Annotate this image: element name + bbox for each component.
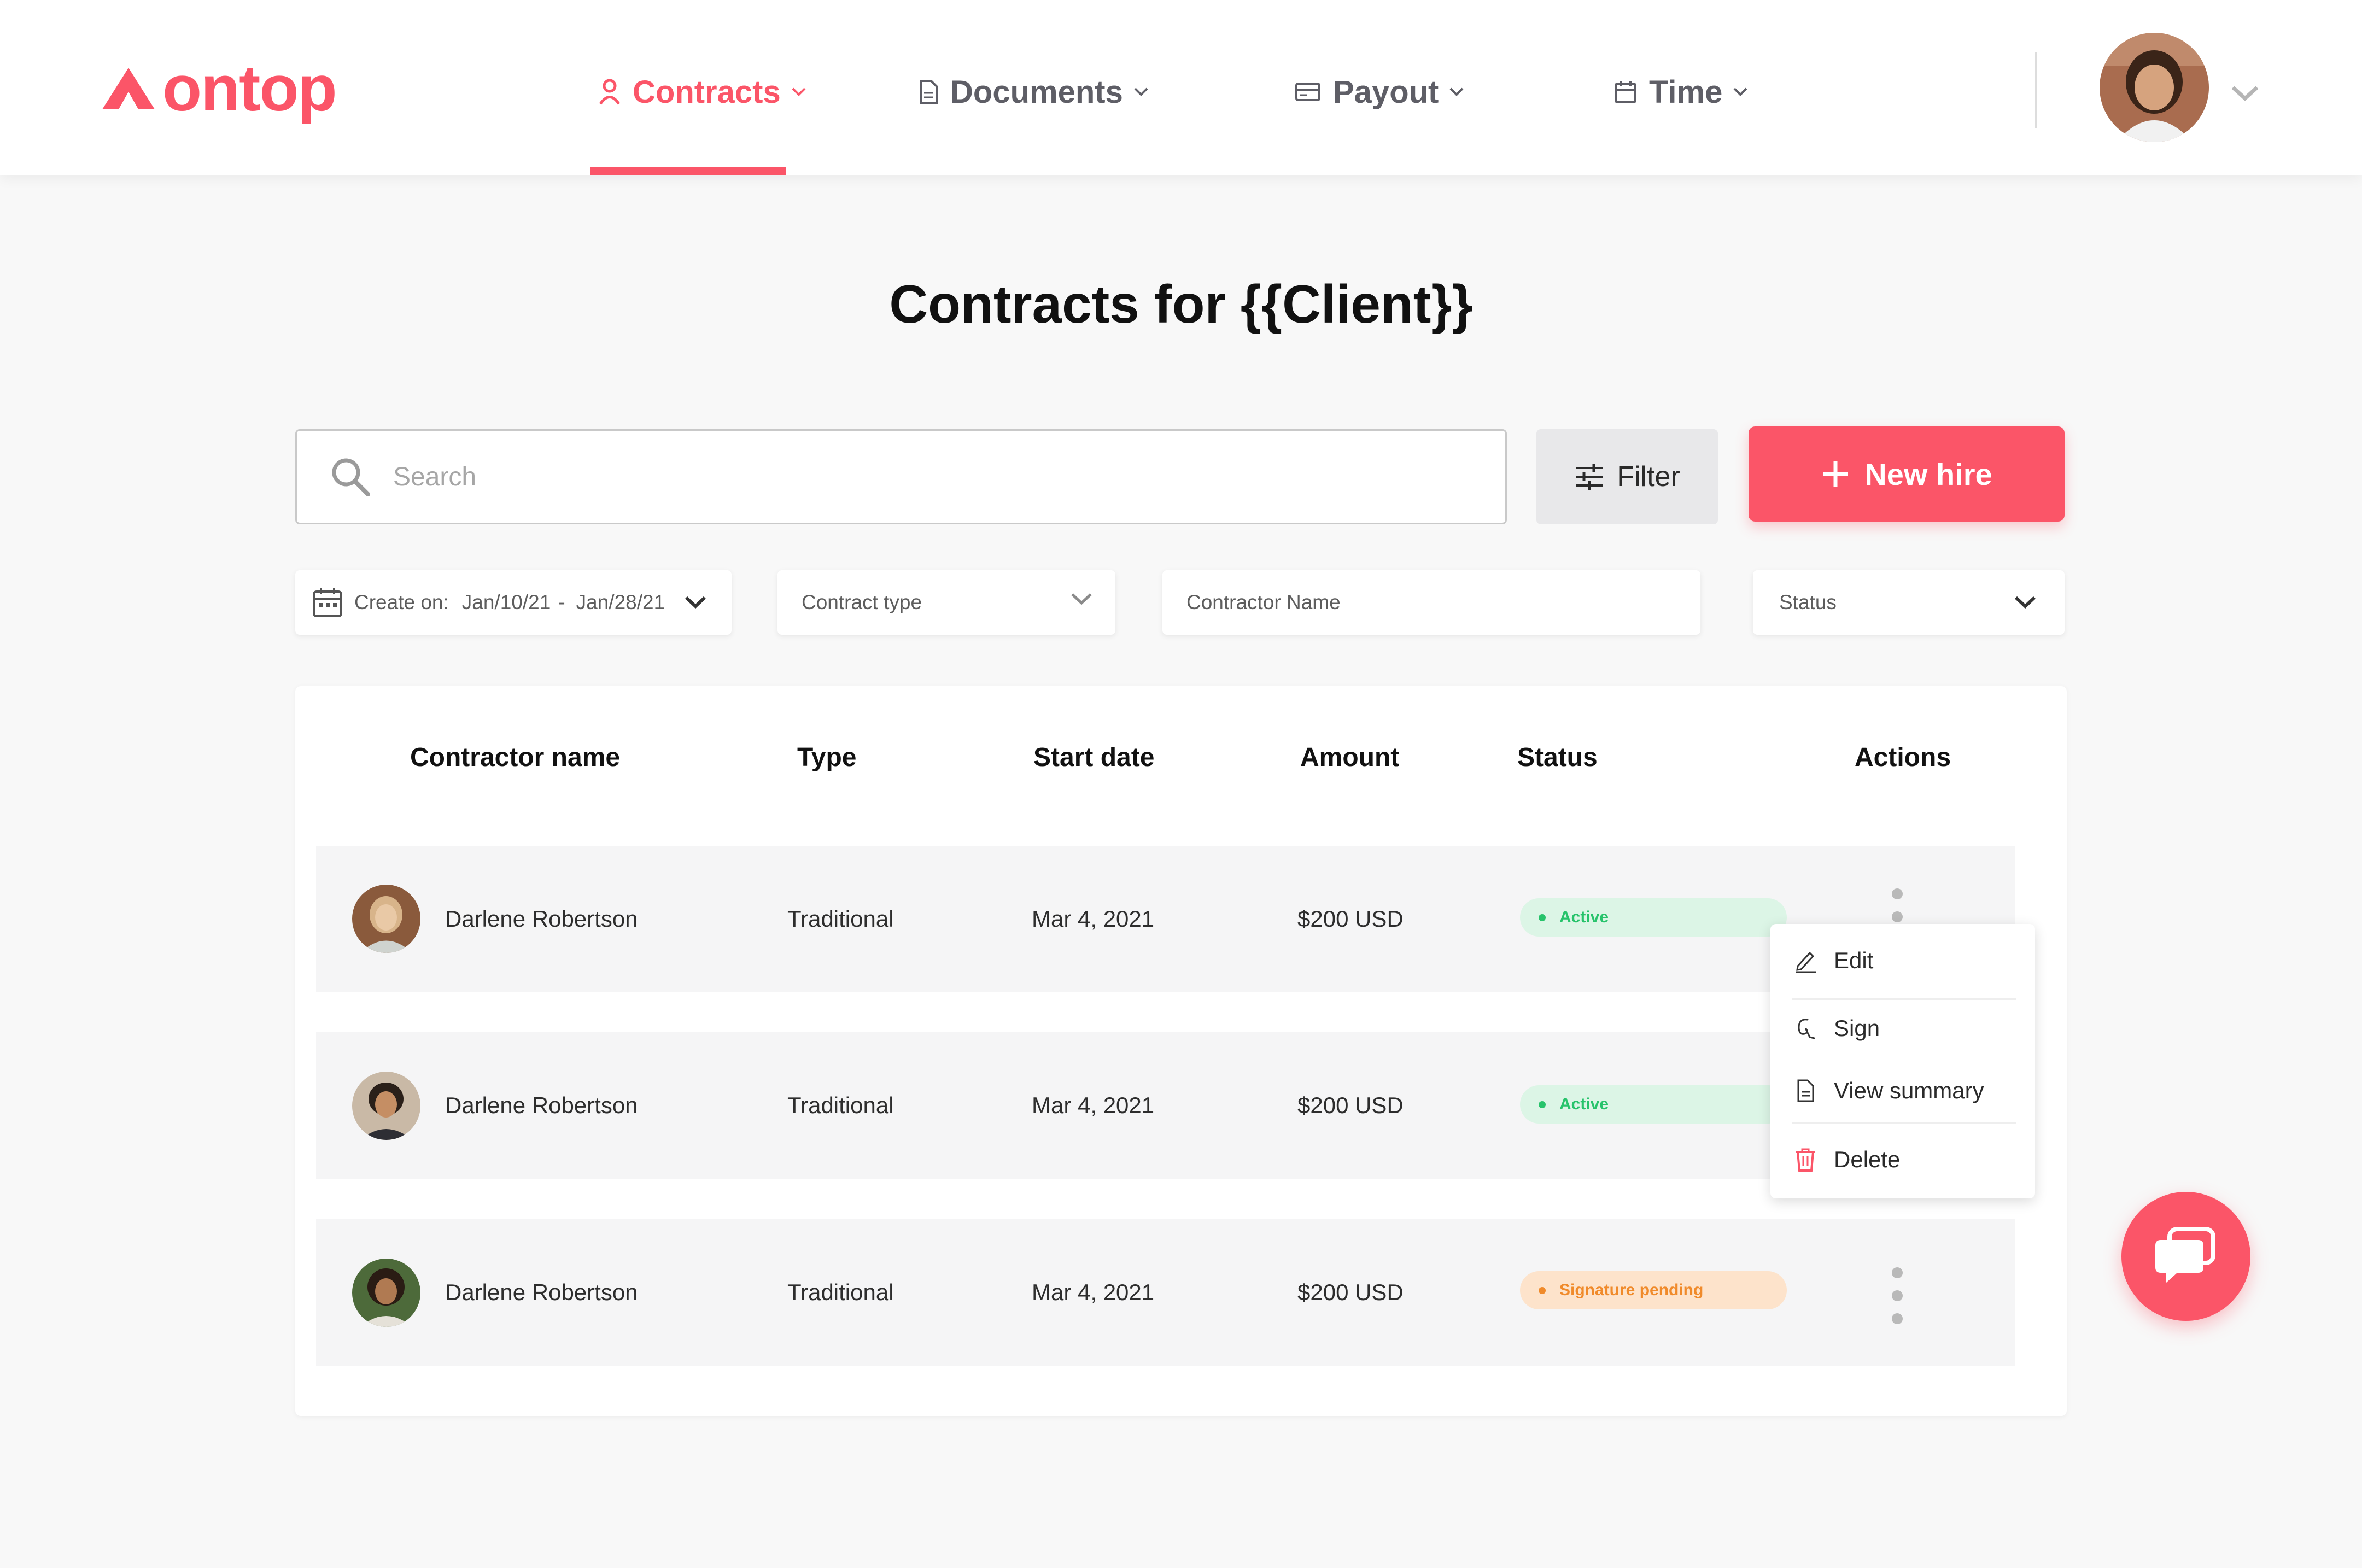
top-navigation-bar <box>0 0 2362 175</box>
menu-separator <box>1792 1122 2016 1124</box>
chevron-down-icon <box>1449 87 1464 96</box>
user-avatar[interactable] <box>2100 33 2209 142</box>
menu-item-sign-label: Sign <box>1834 1015 1880 1041</box>
menu-item-edit-label: Edit <box>1834 947 1874 973</box>
user-menu-chevron-icon[interactable] <box>2229 82 2261 104</box>
menu-item-view-summary[interactable]: View summary <box>1792 1066 2016 1115</box>
contractor-avatar <box>352 885 420 953</box>
menu-separator <box>1792 998 2016 1000</box>
created-on-date-filter[interactable]: Create on: Jan/10/21 - Jan/28/21 <box>295 570 732 635</box>
contractor-photo-icon <box>352 885 420 953</box>
active-tab-indicator <box>590 167 786 175</box>
signature-icon <box>1798 1019 1815 1039</box>
contract-type: Traditional <box>787 1092 894 1118</box>
nav-time-label: Time <box>1649 74 1723 110</box>
filter-button-label: Filter <box>1617 461 1680 493</box>
status-select[interactable]: Status <box>1753 570 2065 635</box>
status-badge-label: Signature pending <box>1559 1281 1704 1299</box>
contractor-avatar <box>352 1259 420 1327</box>
chat-button[interactable] <box>2121 1192 2250 1321</box>
contractor-avatar <box>352 1072 420 1140</box>
menu-item-edit[interactable]: Edit <box>1792 936 2016 985</box>
amount: $200 USD <box>1297 1092 1404 1118</box>
contractor-name: Darlene Robertson <box>445 906 638 932</box>
chevron-down-icon <box>2014 596 2036 609</box>
search-placeholder: Search <box>393 462 477 492</box>
status-badge: Signature pending <box>1520 1271 1787 1309</box>
chevron-down-icon <box>1071 593 1092 605</box>
start-date: Mar 4, 2021 <box>1032 906 1155 932</box>
chevron-down-icon <box>685 596 706 609</box>
user-photo-icon <box>2100 33 2209 142</box>
sliders-icon <box>1576 464 1603 490</box>
column-header-start-date: Start date <box>1033 743 1155 772</box>
nav-divider <box>2035 52 2037 128</box>
contractor-name-placeholder: Contractor Name <box>1186 591 1341 613</box>
plus-icon <box>1823 461 1849 487</box>
status-badge: Active <box>1520 1085 1787 1124</box>
menu-item-sign[interactable]: Sign <box>1792 1004 2016 1053</box>
calendar-icon <box>1615 81 1636 103</box>
search-icon <box>332 458 370 496</box>
row-actions-dropdown: Edit Sign View summary Delete <box>1770 924 2035 1198</box>
start-date: Mar 4, 2021 <box>1032 1279 1155 1305</box>
person-icon <box>599 79 621 105</box>
column-header-type: Type <box>797 743 857 772</box>
chevron-down-icon <box>792 87 806 96</box>
brand-logo[interactable]: ontop <box>101 50 337 127</box>
date-to[interactable]: Jan/28/21 <box>576 591 665 614</box>
ontop-logo-icon <box>102 68 155 109</box>
amount: $200 USD <box>1297 906 1404 932</box>
amount: $200 USD <box>1297 1279 1404 1305</box>
status-placeholder: Status <box>1779 591 1837 613</box>
created-on-label: Create on: <box>354 591 449 613</box>
status-badge-label: Active <box>1559 908 1609 926</box>
contractor-photo-icon <box>352 1259 420 1327</box>
nav-documents-label: Documents <box>950 74 1123 110</box>
calendar-icon <box>313 588 342 617</box>
row-actions-menu-icon[interactable] <box>1892 1267 1903 1336</box>
status-badge: Active <box>1520 898 1787 937</box>
menu-item-view-summary-label: View summary <box>1834 1078 1984 1103</box>
document-icon <box>1797 1079 1814 1102</box>
nav-documents[interactable]: Documents <box>919 65 1149 119</box>
start-date: Mar 4, 2021 <box>1032 1092 1155 1118</box>
pencil-icon <box>1796 951 1816 973</box>
contractor-name-input[interactable]: Contractor Name <box>1162 570 1700 635</box>
page-title: Contracts for {{Client}} <box>889 274 1473 334</box>
date-from[interactable]: Jan/10/21 <box>462 591 551 614</box>
chevron-down-icon <box>1733 87 1747 96</box>
date-separator: - <box>558 591 565 613</box>
new-hire-button[interactable]: New hire <box>1749 426 2065 522</box>
column-header-amount: Amount <box>1300 743 1400 772</box>
status-badge-label: Active <box>1559 1095 1609 1113</box>
nav-time[interactable]: Time <box>1614 65 1749 119</box>
filter-button[interactable]: Filter <box>1536 429 1718 524</box>
column-header-actions: Actions <box>1855 743 1951 772</box>
card-icon <box>1295 83 1320 101</box>
nav-payout[interactable]: Payout <box>1295 65 1465 119</box>
chat-bubble-icon <box>2155 1227 2215 1283</box>
contractor-name: Darlene Robertson <box>445 1279 638 1305</box>
contract-type-select[interactable]: Contract type <box>777 570 1115 635</box>
column-header-status: Status <box>1517 743 1598 772</box>
brand-name: ontop <box>162 52 337 125</box>
contract-type: Traditional <box>787 1279 894 1305</box>
search-input[interactable]: Search <box>295 429 1507 524</box>
trash-icon <box>1796 1148 1815 1172</box>
new-hire-label: New hire <box>1864 457 1992 492</box>
menu-item-delete[interactable]: Delete <box>1792 1135 2016 1184</box>
chevron-down-icon <box>1134 87 1148 96</box>
contract-type-placeholder: Contract type <box>802 591 922 613</box>
contractor-name: Darlene Robertson <box>445 1092 638 1118</box>
nav-payout-label: Payout <box>1333 74 1439 110</box>
menu-item-delete-label: Delete <box>1834 1146 1901 1172</box>
contractor-photo-icon <box>352 1072 420 1140</box>
nav-contracts[interactable]: Contracts <box>599 65 807 119</box>
document-icon <box>920 80 938 104</box>
nav-contracts-label: Contracts <box>633 74 781 110</box>
contract-type: Traditional <box>787 906 894 932</box>
column-header-contractor-name: Contractor name <box>410 743 621 772</box>
